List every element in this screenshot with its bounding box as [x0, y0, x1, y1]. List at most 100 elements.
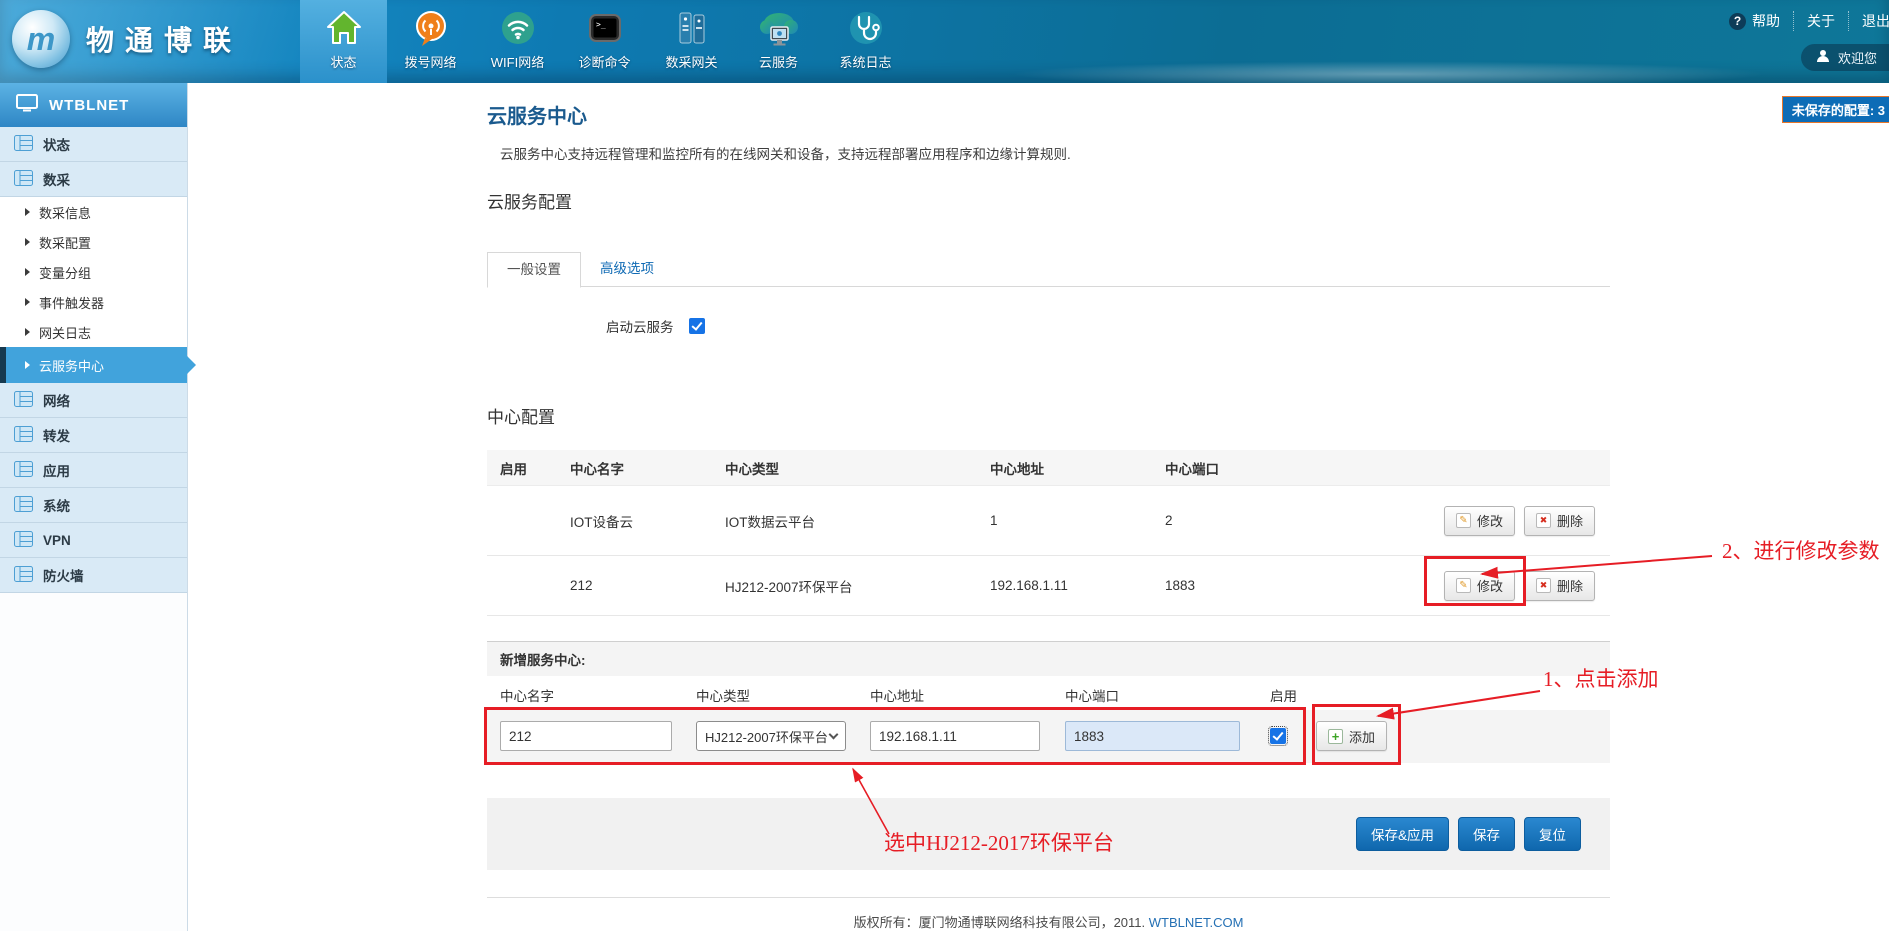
- sidebar-header: WTBLNET: [0, 83, 187, 127]
- sidebar-sub-label: 网关日志: [39, 323, 91, 342]
- nav-item-dialup[interactable]: 拨号网络: [387, 0, 474, 83]
- topbar: m 物通博联 状态 拨号网络 WIFI网络: [0, 0, 1889, 83]
- annotation-step1: 1、点击添加: [1543, 663, 1659, 693]
- brand: m 物通博联: [12, 10, 242, 68]
- nav-item-syslog[interactable]: 系统日志: [822, 0, 909, 83]
- sidebar-item-forward[interactable]: 转发: [0, 418, 187, 453]
- caret-right-icon: [25, 328, 30, 336]
- modify-button[interactable]: ✎ 修改: [1444, 506, 1515, 536]
- section-cloud-config-heading: 云服务配置: [487, 188, 572, 213]
- sidebar-sub-cloud-service-center[interactable]: 云服务中心: [0, 347, 187, 383]
- sidebar-item-label: 系统: [43, 495, 70, 515]
- sidebar-item-label: 网络: [43, 390, 70, 410]
- cell-type: HJ212-2007环保平台: [725, 576, 990, 596]
- sidebar-sub-label: 变量分组: [39, 263, 91, 282]
- help-label: 帮助: [1752, 11, 1780, 31]
- sidebar-sub-label: 数采信息: [39, 203, 91, 222]
- footer-link[interactable]: WTBLNET.COM: [1149, 915, 1244, 930]
- add-label: 添加: [1349, 727, 1375, 746]
- label-center-address: 中心地址: [870, 685, 924, 705]
- center-type-select[interactable]: HJ212-2007环保平台: [696, 721, 846, 751]
- delete-button[interactable]: ✖ 删除: [1524, 571, 1595, 601]
- sidebar-sub-event-trigger[interactable]: 事件触发器: [0, 287, 187, 317]
- sidebar-item-system[interactable]: 系统: [0, 488, 187, 523]
- nav-label: 系统日志: [839, 52, 891, 71]
- center-config-table: 启用 中心名字 中心类型 中心地址 中心端口 IOT设备云 IOT数据云平台 1…: [487, 450, 1610, 616]
- list-icon: [14, 426, 33, 445]
- footer-divider: [487, 897, 1610, 898]
- sidebar-sub-label: 云服务中心: [39, 356, 104, 375]
- sidebar-item-application[interactable]: 应用: [0, 453, 187, 488]
- save-button[interactable]: 保存: [1458, 817, 1515, 851]
- cell-address: 192.168.1.11: [990, 578, 1165, 593]
- reset-button[interactable]: 复位: [1524, 817, 1581, 851]
- help-link[interactable]: ? 帮助: [1716, 11, 1793, 31]
- sidebar-sub-data-info[interactable]: 数采信息: [0, 197, 187, 227]
- sidebar-header-label: WTBLNET: [49, 97, 129, 114]
- sidebar-item-label: 转发: [43, 425, 70, 445]
- nav-item-diagnostic[interactable]: >_ 诊断命令: [561, 0, 648, 83]
- center-port-input[interactable]: [1065, 721, 1240, 751]
- edit-icon: ✎: [1456, 578, 1471, 593]
- list-icon: [14, 496, 33, 515]
- cell-type: IOT数据云平台: [725, 511, 990, 531]
- enable-cloud-checkbox[interactable]: [689, 318, 705, 334]
- caret-right-icon: [25, 268, 30, 276]
- unsaved-config-badge[interactable]: 未保存的配置: 3: [1782, 96, 1889, 123]
- sidebar-item-vpn[interactable]: VPN: [0, 523, 187, 558]
- enable-cloud-label: 启动云服务: [606, 316, 674, 336]
- sidebar-item-data-acquisition[interactable]: 数采: [0, 162, 187, 197]
- add-center-form-labels: 中心名字 中心类型 中心地址 中心端口 启用: [487, 676, 1610, 710]
- annotation-select-hint: 选中HJ212-2017环保平台: [884, 827, 1114, 857]
- page-description: 云服务中心支持远程管理和监控所有的在线网关和设备，支持远程部署应用程序和边缘计算…: [500, 143, 1071, 163]
- nav-label: 云服务: [759, 52, 798, 71]
- cell-address: 1: [990, 513, 1165, 528]
- tab-general-settings[interactable]: 一般设置: [487, 252, 581, 288]
- terminal-icon: >_: [583, 6, 627, 50]
- top-navigation: 状态 拨号网络 WIFI网络 >_ 诊断命令: [300, 0, 909, 83]
- nav-item-cloud[interactable]: 云服务: [735, 0, 822, 83]
- annotation-step2: 2、进行修改参数: [1722, 535, 1880, 565]
- copyright-text: 版权所有：厦门物通博联网络科技有限公司，2011.: [854, 915, 1146, 930]
- list-icon: [14, 391, 33, 410]
- nav-item-gateway[interactable]: 数采网关: [648, 0, 735, 83]
- sidebar-sub-gateway-log[interactable]: 网关日志: [0, 317, 187, 347]
- welcome-pill[interactable]: 欢迎您: [1801, 44, 1889, 71]
- label-center-name: 中心名字: [500, 685, 554, 705]
- table-row: IOT设备云 IOT数据云平台 1 2 ✎ 修改 ✖ 删除: [487, 486, 1610, 556]
- brand-name: 物通博联: [86, 19, 242, 59]
- tab-advanced-options[interactable]: 高级选项: [581, 252, 673, 287]
- delete-icon: ✖: [1536, 578, 1551, 593]
- sidebar-sub-data-config[interactable]: 数采配置: [0, 227, 187, 257]
- list-icon: [14, 170, 33, 189]
- nav-item-wifi[interactable]: WIFI网络: [474, 0, 561, 83]
- nav-label: WIFI网络: [491, 52, 544, 71]
- sidebar-item-label: 数采: [43, 169, 70, 189]
- center-name-input[interactable]: [500, 721, 672, 751]
- col-header-address: 中心地址: [990, 458, 1165, 478]
- add-icon: +: [1328, 729, 1343, 744]
- enable-checkbox[interactable]: [1270, 728, 1286, 744]
- sidebar-item-status[interactable]: 状态: [0, 127, 187, 162]
- cell-port: 1883: [1165, 578, 1420, 593]
- sidebar-sub-variable-group[interactable]: 变量分组: [0, 257, 187, 287]
- sidebar-item-firewall[interactable]: 防火墙: [0, 558, 187, 593]
- cell-name: IOT设备云: [570, 511, 725, 531]
- add-button[interactable]: + 添加: [1316, 721, 1387, 751]
- modify-button[interactable]: ✎ 修改: [1444, 571, 1515, 601]
- delete-button[interactable]: ✖ 删除: [1524, 506, 1595, 536]
- nav-label: 数采网关: [665, 52, 717, 71]
- center-address-input[interactable]: [870, 721, 1040, 751]
- modify-label: 修改: [1477, 511, 1503, 530]
- nav-item-status[interactable]: 状态: [300, 0, 387, 83]
- cell-name: 212: [570, 578, 725, 593]
- save-apply-button[interactable]: 保存&应用: [1356, 817, 1449, 851]
- edit-icon: ✎: [1456, 513, 1471, 528]
- logout-link[interactable]: 退出: [1848, 11, 1889, 31]
- sidebar-item-label: 应用: [43, 460, 70, 480]
- modify-label: 修改: [1477, 576, 1503, 595]
- sidebar-item-network[interactable]: 网络: [0, 383, 187, 418]
- cell-port: 2: [1165, 513, 1420, 528]
- about-link[interactable]: 关于: [1793, 11, 1848, 31]
- settings-tabs: 一般设置 高级选项: [487, 252, 1610, 287]
